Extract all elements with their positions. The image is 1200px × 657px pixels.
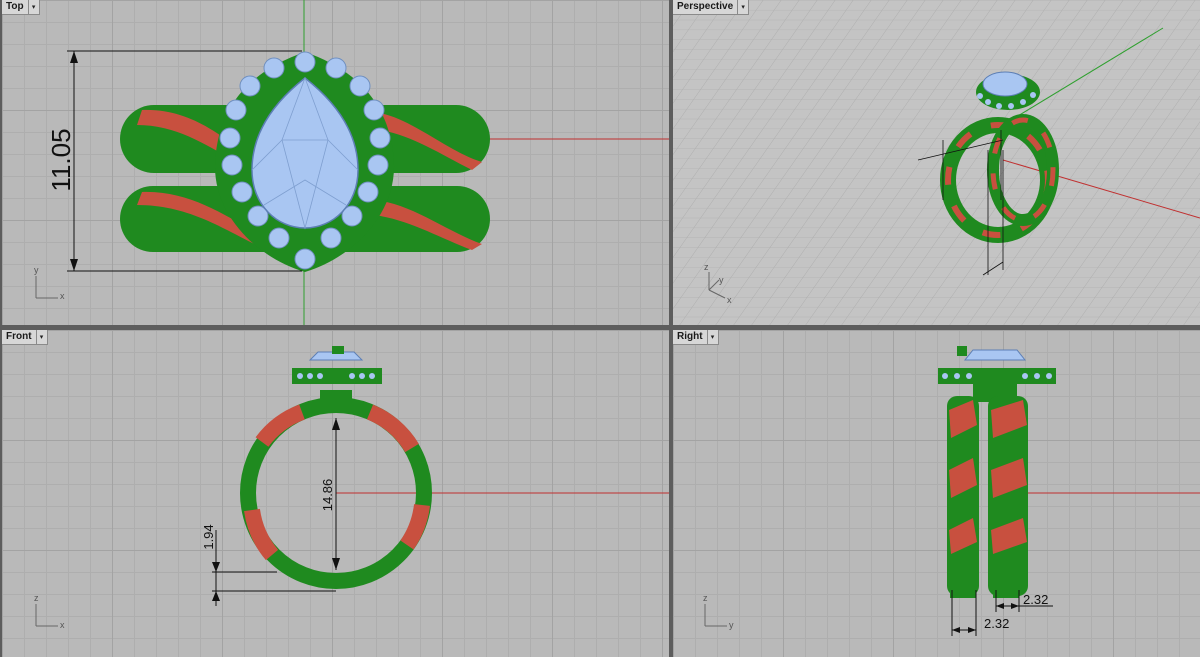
front-axis-icon <box>35 604 58 627</box>
viewport-front-dropdown-icon[interactable]: ▾ <box>35 330 47 344</box>
viewport-perspective-tab[interactable]: Perspective ▾ <box>673 0 750 15</box>
right-axis-y-label: y <box>729 620 734 630</box>
viewport-top-title: Top <box>6 1 24 12</box>
viewport-front-tab[interactable]: Front ▾ <box>2 330 48 345</box>
right-axis-z-label: z <box>703 593 708 603</box>
top-axis-y-label: y <box>34 265 39 275</box>
perspective-axis-y-label: y <box>719 275 724 285</box>
right-dimension-top-label: 2.32 <box>1023 592 1048 607</box>
front-axis-x-label: x <box>60 620 65 630</box>
viewport-right-tab[interactable]: Right ▾ <box>673 330 719 345</box>
top-axis-x-label: x <box>60 291 65 301</box>
right-view-canvas: 2.32 2.32 z y <box>703 346 1200 636</box>
right-dimension-bottom-label: 2.32 <box>984 616 1009 631</box>
viewport-perspective-title: Perspective <box>677 1 734 12</box>
top-dimension-label: 11.05 <box>46 128 76 191</box>
viewport-perspective[interactable]: z y x Perspective ▾ <box>673 0 1200 325</box>
front-axis-z-label: z <box>34 593 39 603</box>
front-view-canvas: 14.86 1.94 z x <box>34 346 669 630</box>
viewport-perspective-dropdown-icon[interactable]: ▾ <box>737 0 748 14</box>
perspective-axis-z-label: z <box>704 262 709 272</box>
right-axis-icon <box>704 604 727 627</box>
viewport-front-title: Front <box>6 331 32 342</box>
viewport-right-dropdown-icon[interactable]: ▾ <box>706 330 718 344</box>
top-axis-icon <box>35 276 58 299</box>
viewport-top-tab[interactable]: Top ▾ <box>2 0 40 15</box>
front-dimension-inner-label: 14.86 <box>320 479 335 512</box>
front-dimension-band-label: 1.94 <box>201 524 216 549</box>
viewport-top[interactable]: Top ▾ 11.05 y x <box>2 0 669 325</box>
viewport-top-dropdown-icon[interactable]: ▾ <box>27 0 39 14</box>
viewport-front[interactable]: Front ▾ 14.86 1.94 z x <box>2 330 669 657</box>
perspective-axis-x-label: x <box>727 295 732 305</box>
top-view-canvas: 11.05 y x <box>34 0 669 325</box>
viewport-right[interactable]: Right ▾ 2.32 2.32 z y <box>673 330 1200 657</box>
viewport-right-title: Right <box>677 331 703 342</box>
perspective-canvas: z y x <box>673 0 1200 325</box>
